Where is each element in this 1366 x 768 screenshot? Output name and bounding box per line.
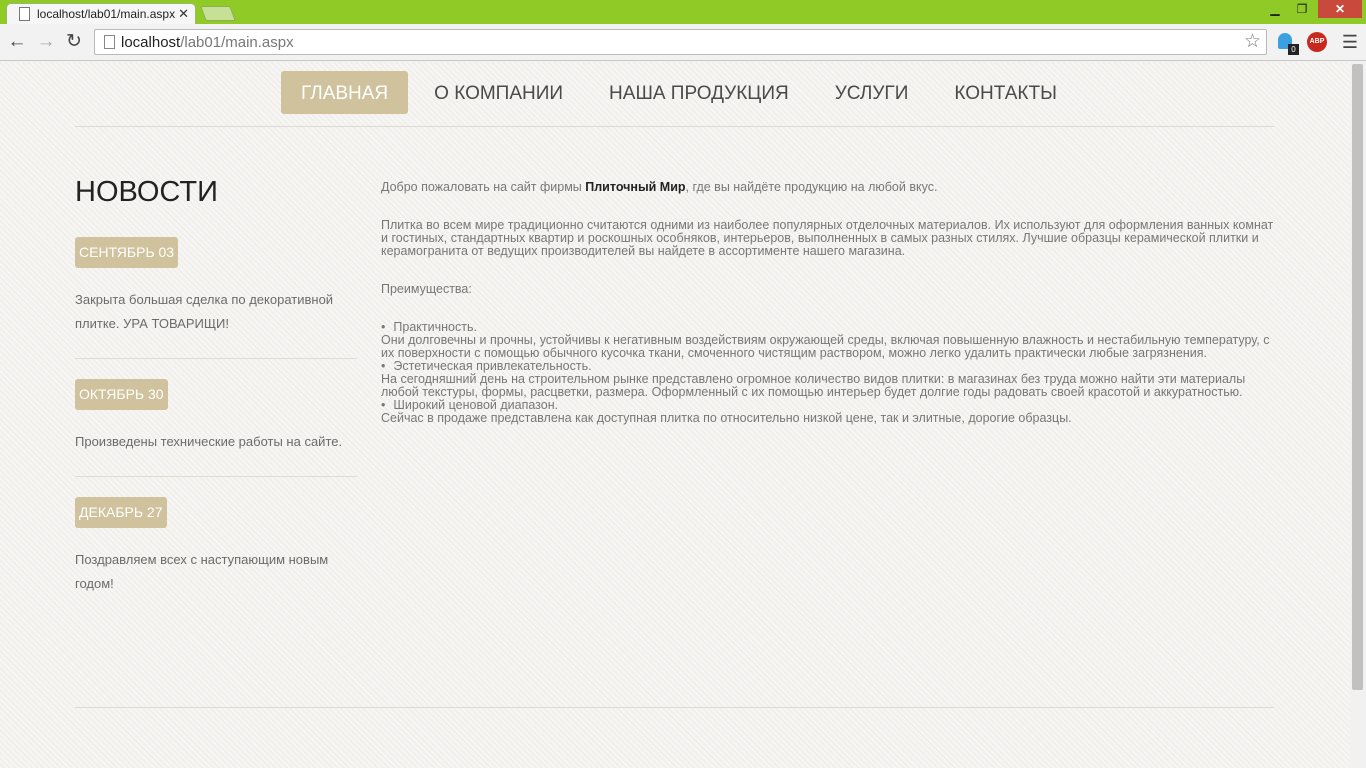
adblock-extension-icon[interactable]: ABP: [1307, 32, 1327, 52]
nav-item-about[interactable]: О КОМПАНИИ: [414, 71, 583, 114]
nav-item-services[interactable]: УСЛУГИ: [815, 71, 929, 114]
news-item: ДЕКАБРЬ 27 Поздравляем всех с наступающи…: [75, 497, 357, 596]
advantage-item: Широкий ценовой диапазон. Сейчас в прода…: [381, 399, 1276, 425]
news-date-badge: ДЕКАБРЬ 27: [75, 497, 167, 528]
news-divider: [75, 358, 357, 359]
nav-divider: [75, 126, 1274, 127]
url-text[interactable]: localhost/lab01/main.aspx: [121, 34, 294, 51]
advantage-item: Практичность. Они долговечны и прочны, у…: [381, 321, 1276, 360]
news-divider: [75, 476, 357, 477]
page-icon: [104, 35, 115, 49]
nav-item-products[interactable]: НАША ПРОДУКЦИЯ: [589, 71, 809, 114]
advantage-item: Эстетическая привлекательность. На сегод…: [381, 360, 1276, 399]
intro-paragraph: Плитка во всем мире традиционно считаютс…: [381, 218, 1274, 258]
advantage-text: На сегодняшний день на строительном рынк…: [381, 372, 1246, 399]
scrollbar-thumb[interactable]: [1352, 64, 1363, 690]
advantages-list: Практичность. Они долговечны и прочны, у…: [381, 321, 1276, 425]
new-tab-button[interactable]: [200, 6, 236, 21]
news-date-badge: СЕНТЯБРЬ 03: [75, 237, 179, 268]
browser-titlebar: localhost/lab01/main.aspx ✕ ▁ ❐ ✕: [0, 0, 1366, 25]
company-name: Плиточный Мир: [585, 180, 686, 194]
browser-tab[interactable]: localhost/lab01/main.aspx ✕: [6, 3, 196, 25]
forward-arrow-icon[interactable]: →: [35, 29, 57, 55]
nav-item-contacts[interactable]: КОНТАКТЫ: [934, 71, 1077, 114]
reload-icon[interactable]: ↻: [63, 29, 85, 55]
advantages-heading: Преимущества:: [381, 282, 472, 296]
news-text: Закрыта большая сделка по декоративной п…: [75, 292, 334, 331]
welcome-paragraph: Добро пожаловать на сайт фирмы Плиточный…: [381, 180, 938, 194]
footer-divider: [75, 707, 1274, 708]
page-scrollbar[interactable]: [1350, 62, 1366, 768]
main-content: Добро пожаловать на сайт фирмы Плиточный…: [381, 181, 1276, 425]
page-viewport: ГЛАВНАЯ О КОМПАНИИ НАША ПРОДУКЦИЯ УСЛУГИ КОН…: [0, 62, 1350, 768]
news-heading: НОВОСТИ: [75, 176, 218, 208]
page-favicon-icon: [19, 7, 30, 21]
advantage-text: Они долговечны и прочны, устойчивы к нег…: [381, 333, 1270, 360]
news-sidebar: НОВОСТИ СЕНТЯБРЬ 03 Закрыта большая сдел…: [75, 176, 357, 596]
news-text: Произведены технические работы на сайте.: [75, 434, 343, 449]
back-arrow-icon[interactable]: ←: [6, 29, 28, 55]
advantage-text: Сейчас в продаже представлена как доступ…: [381, 411, 1072, 425]
browser-menu-icon[interactable]: ☰: [1340, 30, 1360, 54]
bookmark-star-icon[interactable]: ☆: [1244, 30, 1261, 54]
tab-title: localhost/lab01/main.aspx: [37, 7, 176, 21]
news-date-badge: ОКТЯБРЬ 30: [75, 379, 168, 410]
extension-badge: 0: [1288, 44, 1299, 55]
nav-item-home[interactable]: ГЛАВНАЯ: [281, 71, 409, 114]
browser-toolbar: ← → ↻ localhost/lab01/main.aspx ☆: [0, 24, 1366, 61]
ghostery-extension-icon[interactable]: 0: [1278, 33, 1299, 55]
address-bar[interactable]: localhost/lab01/main.aspx ☆: [94, 29, 1267, 55]
news-text: Поздравляем всех с наступающим новым год…: [75, 552, 329, 591]
news-item: ОКТЯБРЬ 30 Произведены технические работ…: [75, 379, 357, 477]
window-minimize-button[interactable]: ▁: [1263, 0, 1287, 18]
main-navigation: ГЛАВНАЯ О КОМПАНИИ НАША ПРОДУКЦИЯ УСЛУГИ КОН…: [281, 71, 1083, 114]
window-close-button[interactable]: ✕: [1318, 0, 1362, 18]
window-restore-button[interactable]: ❐: [1290, 0, 1314, 18]
tab-close-icon[interactable]: ✕: [178, 6, 189, 22]
news-item: СЕНТЯБРЬ 03 Закрыта большая сделка по де…: [75, 237, 357, 359]
